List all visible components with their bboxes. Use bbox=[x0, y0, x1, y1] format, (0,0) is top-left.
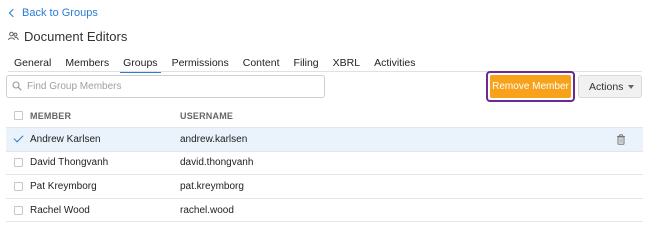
actions-label: Actions bbox=[589, 80, 624, 93]
table-row[interactable]: Andrew Karlsen andrew.karlsen bbox=[6, 128, 643, 152]
username-column-header: USERNAME bbox=[180, 110, 234, 121]
members-table: MEMBER USERNAME Andrew Karlsen andrew.ka… bbox=[6, 104, 643, 223]
remove-member-button[interactable]: Remove Member bbox=[490, 75, 571, 98]
chevron-left-icon bbox=[8, 8, 18, 18]
member-username: andrew.karlsen bbox=[180, 133, 248, 145]
checkmark-icon[interactable] bbox=[13, 132, 23, 143]
member-username: david.thongvanh bbox=[180, 157, 254, 169]
table-header: MEMBER USERNAME bbox=[6, 104, 643, 128]
table-row[interactable]: Pat Kreymborg pat.kreymborg bbox=[6, 175, 643, 199]
caret-down-icon bbox=[628, 84, 634, 89]
member-name: Pat Kreymborg bbox=[30, 180, 97, 192]
member-column-header: MEMBER bbox=[30, 110, 72, 121]
search-box[interactable] bbox=[6, 75, 325, 98]
table-row[interactable]: Rachel Wood rachel.wood bbox=[6, 199, 643, 223]
row-checkbox[interactable] bbox=[13, 158, 23, 168]
back-to-groups-link[interactable]: Back to Groups bbox=[8, 7, 98, 19]
select-all-checkbox[interactable] bbox=[13, 111, 23, 120]
group-icon bbox=[8, 30, 19, 44]
page-header: Document Editors bbox=[8, 29, 127, 44]
trash-icon[interactable] bbox=[616, 134, 626, 148]
row-checkbox[interactable] bbox=[13, 181, 23, 191]
member-name: David Thongvanh bbox=[30, 157, 109, 169]
search-input[interactable] bbox=[27, 81, 317, 92]
page-title: Document Editors bbox=[24, 29, 128, 44]
member-name: Rachel Wood bbox=[30, 204, 90, 216]
member-name: Andrew Karlsen bbox=[30, 133, 101, 145]
back-link-label: Back to Groups bbox=[22, 7, 98, 19]
remove-member-highlight: Remove Member bbox=[486, 71, 575, 102]
actions-dropdown[interactable]: Actions bbox=[578, 75, 642, 98]
table-row[interactable]: David Thongvanh david.thongvanh bbox=[6, 152, 643, 176]
row-checkbox[interactable] bbox=[13, 205, 23, 215]
search-icon bbox=[12, 80, 22, 94]
member-username: rachel.wood bbox=[180, 204, 234, 216]
member-username: pat.kreymborg bbox=[180, 180, 244, 192]
